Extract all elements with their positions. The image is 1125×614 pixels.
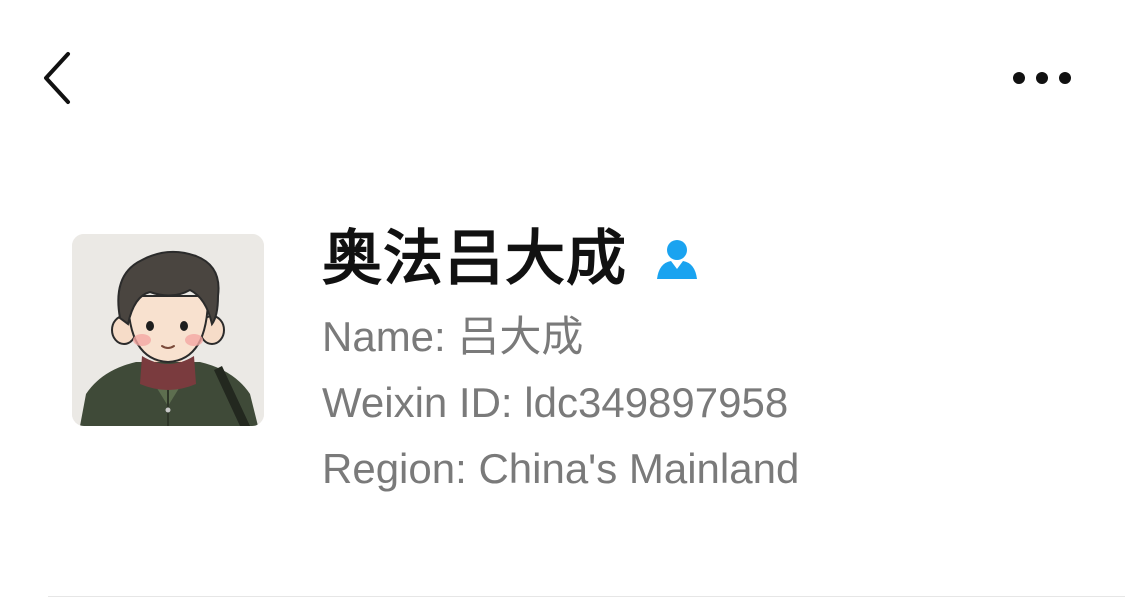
region-row: Region: China's Mainland — [322, 436, 1085, 502]
back-button[interactable] — [40, 44, 96, 112]
weixin-id-label: Weixin ID: — [322, 379, 513, 426]
nickname-row: 奥法吕大成 — [322, 224, 1085, 294]
name-row: Name: 吕大成 — [322, 304, 1085, 370]
weixin-id-row: Weixin ID: ldc349897958 — [322, 370, 1085, 436]
profile-info: 奥法吕大成 Name: 吕大成 Weixin ID: ldc349897958 — [322, 224, 1085, 502]
weixin-id-value[interactable]: ldc349897958 — [524, 379, 788, 426]
profile-header: 奥法吕大成 Name: 吕大成 Weixin ID: ldc349897958 — [72, 224, 1085, 524]
region-value: China's Mainland — [478, 445, 800, 492]
nickname: 奥法吕大成 — [322, 224, 627, 294]
more-horizontal-icon — [1013, 72, 1071, 84]
person-badge-icon[interactable] — [653, 235, 701, 283]
cartoon-avatar-image — [72, 234, 264, 426]
region-label: Region: — [322, 445, 467, 492]
name-value: 吕大成 — [457, 312, 584, 361]
divider — [48, 596, 1125, 597]
profile-screen: 奥法吕大成 Name: 吕大成 Weixin ID: ldc349897958 — [0, 0, 1125, 614]
more-button[interactable] — [1000, 56, 1084, 100]
avatar[interactable] — [72, 234, 264, 426]
name-label: Name: — [322, 313, 446, 360]
chevron-left-icon — [44, 52, 70, 104]
